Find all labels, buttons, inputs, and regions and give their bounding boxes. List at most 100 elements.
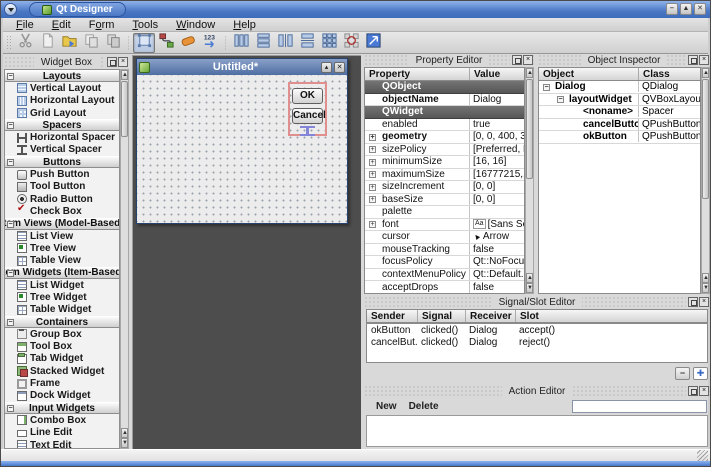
adjust-size-button[interactable] xyxy=(362,33,384,53)
object-row-layoutWidget[interactable]: −layoutWidgetQVBoxLayout xyxy=(539,94,700,107)
widget-item-list-view[interactable]: List View xyxy=(5,230,119,242)
signal-slot-editor-header[interactable]: Signal/Slot Editor × xyxy=(364,296,710,309)
widget-item-vertical-layout[interactable]: Vertical Layout xyxy=(5,82,119,94)
new-form-button[interactable] xyxy=(36,33,58,53)
layout-selection-outline[interactable]: OK Cancel xyxy=(288,82,327,136)
menu-window[interactable]: Window xyxy=(167,18,224,31)
new-action-button[interactable]: New xyxy=(376,401,397,412)
cut-button[interactable] xyxy=(14,33,36,53)
widget-item-table-view[interactable]: Table View xyxy=(5,254,119,266)
expand-icon[interactable]: + xyxy=(369,171,376,178)
open-form-button[interactable] xyxy=(58,33,80,53)
property-row-geometry[interactable]: +geometry[0, 0, 400, 3... xyxy=(365,131,524,144)
menu-help[interactable]: Help xyxy=(224,18,265,31)
collapse-icon[interactable]: − xyxy=(7,319,14,326)
form-window[interactable]: Untitled* ▴ ✕ OK Cancel xyxy=(136,58,348,224)
menu-edit[interactable]: Edit xyxy=(43,18,80,31)
property-value[interactable]: [0, 0, 400, 3... xyxy=(469,131,524,143)
object-inspector-float-icon[interactable] xyxy=(688,55,698,65)
property-row-cursor[interactable]: cursor▲Arrow xyxy=(365,231,524,244)
category-buttons[interactable]: −Buttons xyxy=(5,156,119,168)
object-row-cancelButton[interactable]: cancelButtonQPushButton xyxy=(539,119,700,132)
object-inspector-scrollbar[interactable]: ▲ ▲ ▼ xyxy=(701,67,710,294)
widget-box-close-icon[interactable]: × xyxy=(118,57,128,67)
property-group-qobject[interactable]: QObject xyxy=(365,81,524,94)
edit-widgets-button[interactable] xyxy=(133,33,155,53)
property-editor-float-icon[interactable] xyxy=(512,55,522,65)
category-containers[interactable]: −Containers xyxy=(5,316,119,328)
object-row-noname[interactable]: <noname>Spacer xyxy=(539,106,700,119)
collapse-icon[interactable]: − xyxy=(7,270,14,277)
widget-item-frame[interactable]: Frame xyxy=(5,377,119,389)
widget-item-table-widget[interactable]: Table Widget xyxy=(5,304,119,316)
expand-icon[interactable]: + xyxy=(369,146,376,153)
widget-item-horizontal-layout[interactable]: Horizontal Layout xyxy=(5,95,119,107)
edit-signals-slots-button[interactable] xyxy=(155,33,177,53)
property-editor-scrollbar[interactable]: ▲ ▲ ▼ xyxy=(525,67,534,294)
widget-item-horizontal-spacer[interactable]: Horizontal Spacer xyxy=(5,131,119,143)
property-row-contextMenuPolicy[interactable]: contextMenuPolicyQt::Default... xyxy=(365,269,524,282)
layout-vertical-splitter-button[interactable] xyxy=(296,33,318,53)
property-row-minimumSize[interactable]: +minimumSize[16, 16] xyxy=(365,156,524,169)
resize-grip-icon[interactable] xyxy=(697,450,708,461)
layout-horizontal-button[interactable] xyxy=(230,33,252,53)
scrollbar-thumb[interactable] xyxy=(121,81,128,137)
widget-item-grid-layout[interactable]: Grid Layout xyxy=(5,107,119,119)
scroll-up-icon[interactable]: ▲ xyxy=(121,428,128,438)
window-menu-button[interactable] xyxy=(4,3,17,16)
column-header-object[interactable]: Object xyxy=(539,68,638,80)
property-value[interactable]: false xyxy=(469,244,524,256)
property-value[interactable]: [0, 0] xyxy=(469,181,524,193)
property-editor-close-icon[interactable]: × xyxy=(523,55,533,65)
layout-horizontal-splitter-button[interactable] xyxy=(274,33,296,53)
ok-button[interactable]: OK xyxy=(292,88,323,104)
vertical-spacer-indicator[interactable] xyxy=(300,126,315,136)
category-item-widgets-item-based-[interactable]: −Item Widgets (Item-Based) xyxy=(5,267,119,279)
property-row-font[interactable]: +fontAa[Sans Se... xyxy=(365,219,524,232)
copy-button[interactable] xyxy=(80,33,102,53)
property-value[interactable]: Aa[Sans Se... xyxy=(469,219,524,231)
property-row-acceptDrops[interactable]: acceptDropsfalse xyxy=(365,281,524,294)
toolbar-handle[interactable] xyxy=(6,35,12,51)
cancel-button[interactable]: Cancel xyxy=(292,108,323,124)
widget-item-line-edit[interactable]: Line Edit xyxy=(5,427,119,439)
scrollbar-thumb[interactable] xyxy=(526,79,533,179)
widget-item-push-button[interactable]: Push Button xyxy=(5,168,119,180)
widget-item-tool-box[interactable]: Tool Box xyxy=(5,341,119,353)
action-list[interactable] xyxy=(366,415,708,447)
property-row-focusPolicy[interactable]: focusPolicyQt::NoFocus xyxy=(365,256,524,269)
column-header-class[interactable]: Class xyxy=(638,68,700,80)
form-titlebar[interactable]: Untitled* ▴ ✕ xyxy=(137,59,347,75)
remove-connection-button[interactable]: − xyxy=(675,367,690,380)
property-value[interactable]: Qt::NoFocus xyxy=(469,256,524,268)
connection-row[interactable]: cancelBut...clicked()Dialogreject() xyxy=(367,337,707,350)
form-canvas[interactable]: OK Cancel xyxy=(137,75,347,223)
widget-item-group-box[interactable]: Group Box xyxy=(5,328,119,340)
property-row-baseSize[interactable]: +baseSize[0, 0] xyxy=(365,194,524,207)
layout-grid-button[interactable] xyxy=(318,33,340,53)
collapse-icon[interactable]: − xyxy=(7,73,14,80)
signal-slot-float-icon[interactable] xyxy=(688,297,698,307)
property-value[interactable]: [16, 16] xyxy=(469,156,524,168)
expand-icon[interactable]: + xyxy=(369,134,376,141)
form-minimize-button[interactable]: ▴ xyxy=(321,62,332,73)
expand-icon[interactable]: + xyxy=(369,159,376,166)
widget-box-header[interactable]: Widget Box × xyxy=(4,56,129,69)
scroll-up-icon[interactable]: ▲ xyxy=(526,273,533,283)
column-header-receiver[interactable]: Receiver xyxy=(465,310,515,322)
widget-box-float-icon[interactable] xyxy=(107,57,117,67)
scroll-up-icon[interactable]: ▲ xyxy=(121,70,128,80)
category-spacers[interactable]: −Spacers xyxy=(5,119,119,131)
collapse-icon[interactable]: − xyxy=(7,221,14,228)
layout-vertical-button[interactable] xyxy=(252,33,274,53)
expand-icon[interactable]: + xyxy=(369,184,376,191)
category-layouts[interactable]: −Layouts xyxy=(5,70,119,82)
edit-buddies-button[interactable] xyxy=(177,33,199,53)
property-value[interactable] xyxy=(469,206,524,218)
expand-icon[interactable]: + xyxy=(369,196,376,203)
column-header-signal[interactable]: Signal xyxy=(417,310,465,322)
action-editor-close-icon[interactable]: × xyxy=(699,386,709,396)
property-row-maximumSize[interactable]: +maximumSize[16777215,... xyxy=(365,169,524,182)
add-connection-button[interactable]: ✚ xyxy=(693,367,708,380)
widget-item-tool-button[interactable]: Tool Button xyxy=(5,181,119,193)
